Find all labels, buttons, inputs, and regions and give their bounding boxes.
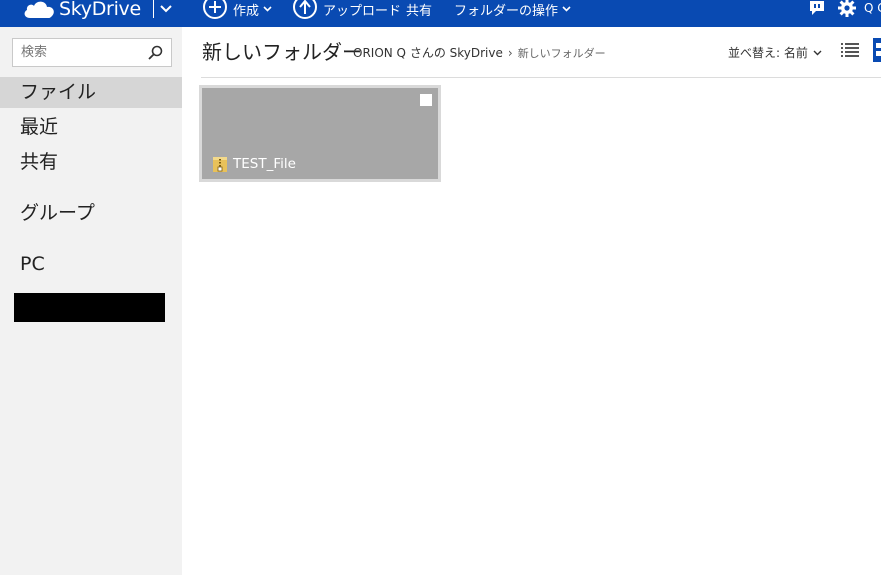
page-title: 新しいフォルダー	[202, 40, 362, 64]
sidebar: ファイル 最近 共有 グループ PC	[0, 27, 182, 575]
redacted-item	[14, 293, 165, 322]
list-view-icon[interactable]	[841, 41, 859, 59]
chevron-down-icon	[813, 50, 822, 55]
create-button[interactable]: 作成	[203, 0, 272, 20]
top-bar: SkyDrive 作成 アップロード 共有 フォルダーの操作 Q	[0, 0, 881, 27]
messenger-icon[interactable]	[808, 0, 826, 17]
file-tile[interactable]: TEST_File	[199, 85, 441, 182]
folder-actions-label: フォルダーの操作	[454, 3, 559, 19]
upload-arrow-icon	[293, 0, 317, 19]
file-name: TEST_File	[233, 156, 296, 172]
breadcrumb: ORION Q さんの SkyDrive › 新しいフォルダー	[353, 44, 606, 61]
header-divider	[201, 77, 881, 78]
upload-button[interactable]: アップロード	[293, 0, 401, 20]
search-input[interactable]	[13, 39, 143, 66]
breadcrumb-root[interactable]: ORION Q さんの SkyDrive	[353, 44, 503, 61]
zip-file-icon	[213, 157, 227, 172]
share-label: 共有	[406, 3, 433, 19]
user-name[interactable]: Q C	[864, 1, 881, 15]
sidebar-item-files[interactable]: ファイル	[0, 77, 182, 108]
gear-icon[interactable]	[838, 0, 856, 17]
search-icon[interactable]	[148, 45, 163, 60]
plus-icon	[203, 0, 227, 19]
upload-label: アップロード	[323, 3, 402, 19]
search-box[interactable]	[12, 38, 172, 67]
app-name: SkyDrive	[59, 0, 141, 20]
sort-dropdown[interactable]: 並べ替え: 名前	[728, 44, 822, 61]
cloud-logo-icon	[24, 1, 54, 19]
sort-label: 並べ替え: 名前	[728, 46, 808, 60]
sidebar-item-pc[interactable]: PC	[0, 249, 182, 280]
breadcrumb-separator: ›	[507, 45, 513, 60]
thumbnail-view-icon[interactable]	[873, 38, 881, 62]
sidebar-item-shared[interactable]: 共有	[0, 147, 182, 178]
create-label: 作成	[233, 3, 260, 19]
chevron-down-icon	[263, 6, 272, 12]
share-button[interactable]: 共有	[406, 0, 432, 20]
chevron-down-icon	[562, 6, 571, 12]
chevron-down-icon[interactable]	[160, 5, 172, 13]
brand[interactable]: SkyDrive	[22, 0, 172, 21]
sidebar-item-groups[interactable]: グループ	[0, 198, 182, 229]
brand-divider	[152, 0, 154, 18]
top-right-icons: Q C	[808, 0, 881, 20]
folder-actions-button[interactable]: フォルダーの操作	[454, 0, 571, 20]
sidebar-item-recent[interactable]: 最近	[0, 112, 182, 143]
breadcrumb-current: 新しいフォルダー	[517, 46, 606, 60]
select-checkbox[interactable]	[420, 94, 432, 106]
